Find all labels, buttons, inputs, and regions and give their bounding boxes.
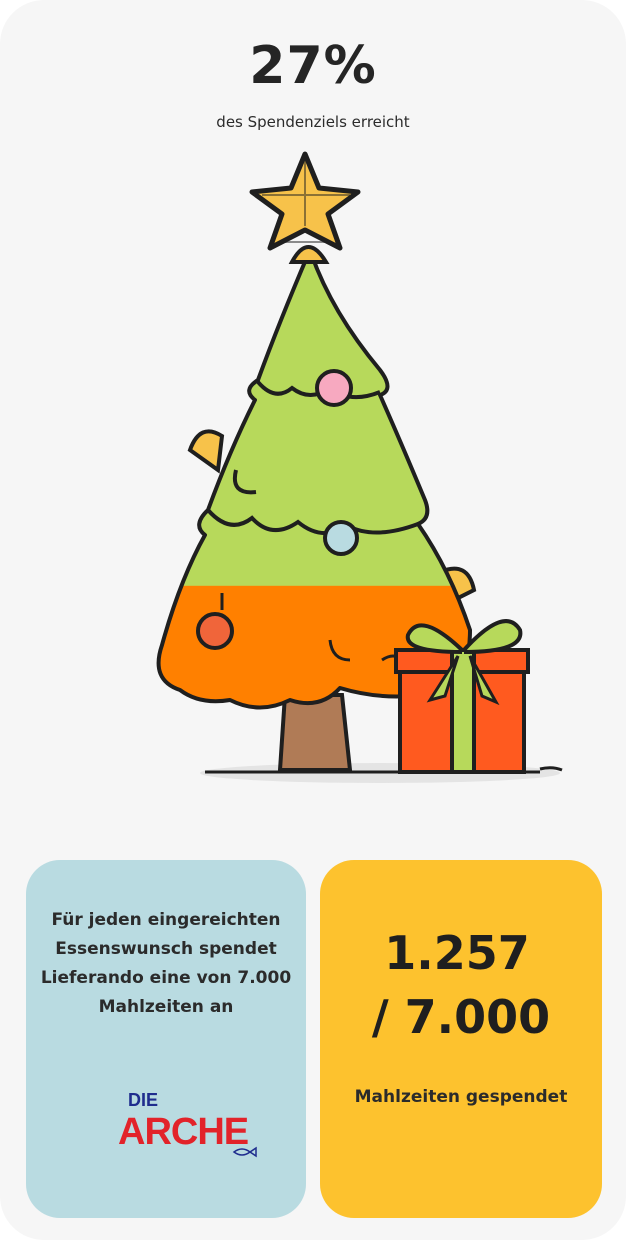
svg-text:ARCHE: ARCHE — [118, 1111, 248, 1153]
meals-target: / 7.000 — [371, 990, 551, 1044]
progress-percent: 27% — [249, 36, 377, 96]
christmas-tree-icon — [156, 151, 563, 783]
info-panel: Für jeden eingereichten Essenswunsch spe… — [26, 860, 306, 1218]
info-text: Für jeden eingereichten Essenswunsch spe… — [40, 910, 292, 1017]
svg-text:DIE: DIE — [128, 1090, 158, 1110]
meals-label: Mahlzeiten gespendet — [354, 1087, 568, 1107]
donation-progress-card: 27% des Spendenziels erreicht Für jeden … — [0, 0, 626, 1240]
die-arche-logo: DIE ARCHE — [118, 1090, 257, 1158]
meals-current: 1.257 — [384, 926, 530, 980]
counter-panel: 1.257 / 7.000 Mahlzeiten gespendet — [320, 860, 602, 1218]
progress-subtitle: des Spendenziels erreicht — [216, 113, 410, 131]
star-icon — [249, 151, 361, 251]
